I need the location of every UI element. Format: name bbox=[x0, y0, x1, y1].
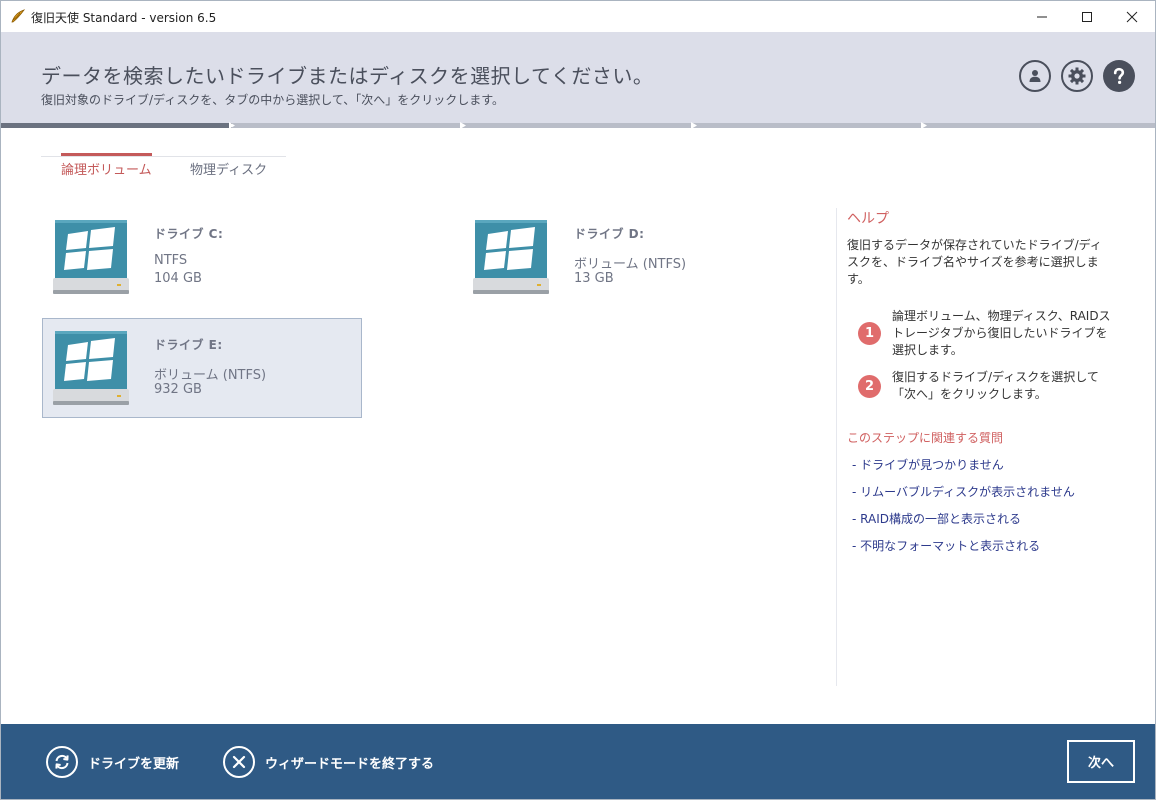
active-tab-indicator bbox=[61, 153, 152, 156]
faq-link[interactable]: - RAID構成の一部と表示される bbox=[852, 510, 1021, 527]
drive-filesystem: NTFS bbox=[154, 253, 188, 268]
account-icon bbox=[1029, 70, 1041, 82]
drive-size: 13 GB bbox=[574, 271, 614, 286]
windows-drive-icon bbox=[53, 331, 129, 405]
step-number-badge: 1 bbox=[858, 322, 881, 345]
tab-physical-disk[interactable]: 物理ディスク bbox=[190, 159, 267, 178]
faq-link[interactable]: - 不明なフォーマットと表示される bbox=[852, 537, 1040, 554]
help-description: 復旧するデータが保存されていたドライブ/ディスクを、ドライブ名やサイズを参考に選… bbox=[847, 238, 1102, 286]
step-text: 論理ボリューム、物理ディスク、RAIDストレージタブから復旧したいドライブを選択… bbox=[892, 309, 1111, 357]
help-title: ヘルプ bbox=[847, 211, 889, 227]
footer-bar: ドライブを更新 ウィザードモードを終了する 次へ bbox=[1, 724, 1155, 799]
page-title: データを検索したいドライブまたはディスクを選択してください。 bbox=[41, 64, 654, 88]
exit-wizard-label: ウィザードモードを終了する bbox=[265, 756, 435, 772]
exit-wizard-button[interactable]: ウィザードモードを終了する bbox=[223, 745, 434, 779]
step-separator-icon bbox=[691, 122, 697, 129]
next-button[interactable]: 次へ bbox=[1067, 740, 1135, 783]
tab-strip-line bbox=[41, 156, 286, 157]
drive-name: ドライブ E: bbox=[154, 338, 223, 352]
faq-link[interactable]: - リムーバブルディスクが表示されません bbox=[852, 483, 1075, 500]
drive-filesystem: ボリューム (NTFS) bbox=[574, 257, 687, 272]
gear-icon bbox=[1068, 67, 1086, 85]
drive-size: 104 GB bbox=[154, 271, 202, 286]
progress-fill bbox=[1, 123, 232, 128]
drive-filesystem: ボリューム (NTFS) bbox=[154, 368, 267, 383]
help-button[interactable] bbox=[1103, 60, 1135, 92]
maximize-icon bbox=[1082, 11, 1092, 22]
close-icon bbox=[1126, 11, 1138, 22]
step-separator-icon bbox=[921, 122, 927, 129]
refresh-drives-label: ドライブを更新 bbox=[88, 756, 180, 772]
step-text: 復旧するドライブ/ディスクを選択して「次へ」をクリックします。 bbox=[892, 370, 1099, 401]
windows-drive-icon bbox=[473, 220, 549, 294]
minimize-button[interactable] bbox=[1019, 1, 1065, 32]
step-separator-icon bbox=[460, 122, 466, 129]
title-bar: 復旧天使 Standard - version 6.5 bbox=[1, 1, 1155, 32]
tab-logical-volume[interactable]: 論理ボリューム bbox=[61, 159, 152, 178]
help-divider bbox=[836, 208, 837, 686]
step-number-badge: 2 bbox=[858, 375, 881, 398]
drive-size: 932 GB bbox=[154, 382, 202, 397]
windows-drive-icon bbox=[53, 220, 129, 294]
account-button[interactable] bbox=[1019, 60, 1051, 92]
drive-item-e[interactable]: ドライブ E: ボリューム (NTFS) 932 GB bbox=[42, 318, 362, 418]
help-icon bbox=[1113, 67, 1125, 84]
drive-name: ドライブ D: bbox=[574, 227, 645, 241]
close-icon bbox=[223, 746, 255, 778]
drive-item-c[interactable]: ドライブ C: NTFS 104 GB bbox=[42, 207, 362, 307]
page-subtitle: 復旧対象のドライブ/ディスクを、タブの中から選択して、「次へ」をクリックします。 bbox=[41, 93, 505, 107]
step-separator-icon bbox=[229, 122, 235, 129]
drive-name: ドライブ C: bbox=[154, 227, 224, 241]
close-button[interactable] bbox=[1109, 1, 1155, 32]
faq-link[interactable]: - ドライブが見つかりません bbox=[852, 456, 1004, 473]
page-header: データを検索したいドライブまたはディスクを選択してください。 復旧対象のドライブ… bbox=[1, 32, 1155, 123]
maximize-button[interactable] bbox=[1064, 1, 1110, 32]
refresh-drives-button[interactable]: ドライブを更新 bbox=[46, 745, 179, 779]
refresh-icon bbox=[46, 746, 78, 778]
wizard-progress-bar bbox=[1, 122, 1155, 129]
drive-item-d[interactable]: ドライブ D: ボリューム (NTFS) 13 GB bbox=[462, 207, 782, 307]
faq-title: このステップに関連する質問 bbox=[847, 431, 1004, 445]
minimize-icon bbox=[1037, 16, 1047, 17]
window-title: 復旧天使 Standard - version 6.5 bbox=[31, 11, 217, 25]
app-logo-icon bbox=[11, 9, 26, 23]
settings-button[interactable] bbox=[1061, 60, 1093, 92]
app-window: 復旧天使 Standard - version 6.5 データを検索したいドライ… bbox=[0, 0, 1156, 800]
